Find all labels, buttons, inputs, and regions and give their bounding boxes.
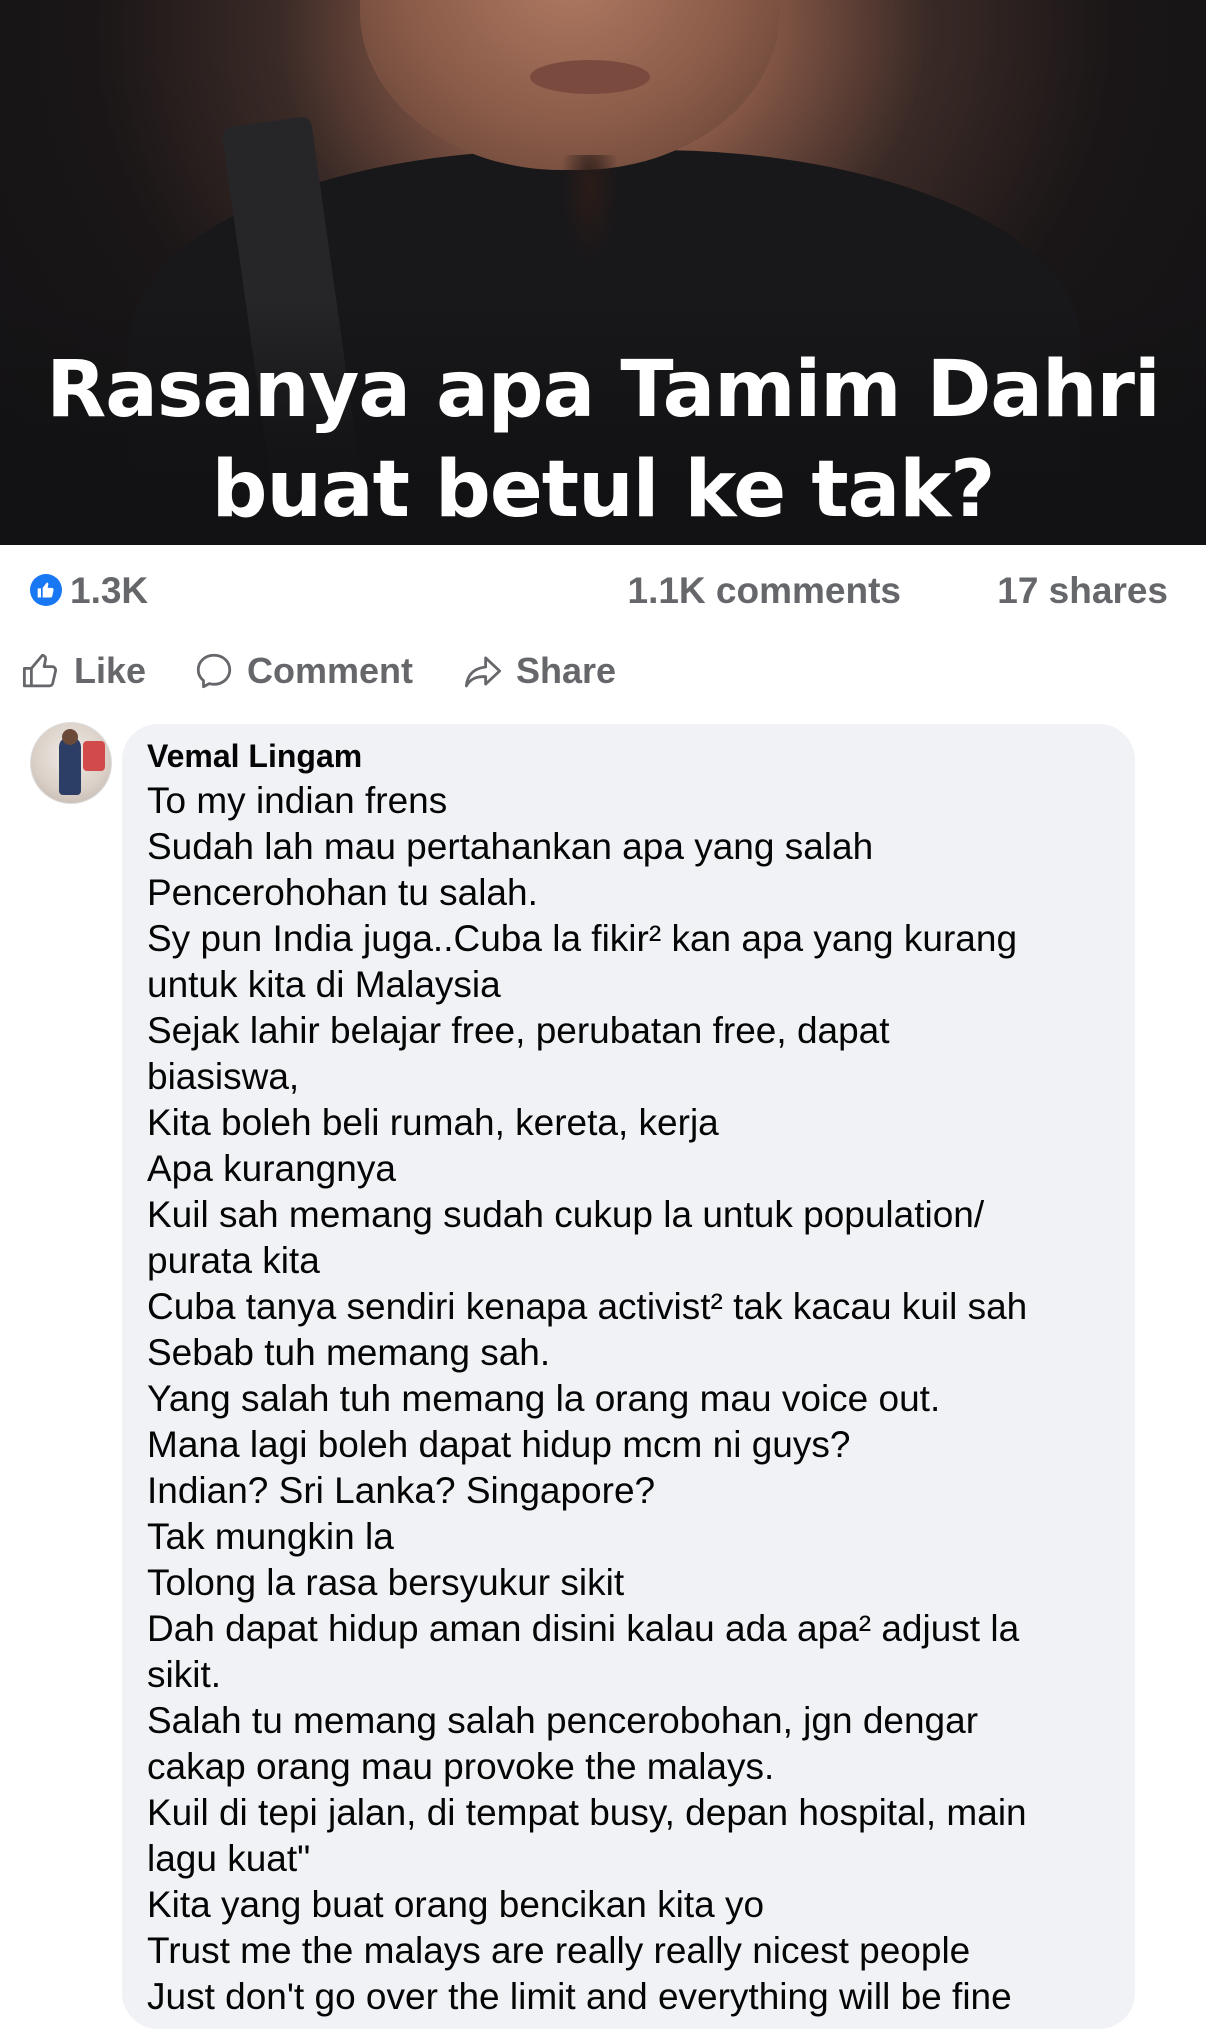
comment-line: sikit.	[147, 1654, 221, 1695]
comment-line: Sebab tuh memang sah.	[147, 1332, 551, 1373]
comment-text: To my indian frens Sudah lah mau pertaha…	[147, 778, 1127, 2020]
image-caption-line1: Rasanya apa Tamim Dahri	[46, 345, 1161, 435]
shares-count[interactable]: 17 shares	[997, 570, 1168, 612]
avatar-sign	[83, 741, 105, 771]
comment-line: Kita yang buat orang bencikan kita yo	[147, 1884, 765, 1925]
image-caption: Rasanya apa Tamim Dahri buat betul ke ta…	[0, 340, 1206, 540]
comment-line: Indian? Sri Lanka? Singapore?	[147, 1470, 656, 1511]
comment-bubble: Vemal Lingam To my indian frens Sudah la…	[122, 724, 1135, 2029]
post-stats: 1.3K 1.1K comments 17 shares	[0, 560, 1206, 620]
comment-line: Sejak lahir belajar free, perubatan free…	[147, 1010, 890, 1051]
comment-author[interactable]: Vemal Lingam	[147, 738, 362, 775]
comment-line: Mana lagi boleh dapat hidup mcm ni guys?	[147, 1424, 851, 1465]
comment-line: To my indian frens	[147, 780, 448, 821]
avatar-person	[59, 737, 81, 795]
comment-line: Dah dapat hidup aman disini kalau ada ap…	[147, 1608, 1020, 1649]
avatar[interactable]	[30, 722, 112, 804]
reaction-count[interactable]: 1.3K	[70, 570, 148, 612]
image-lips	[530, 60, 650, 94]
image-caption-line2: buat betul ke tak?	[211, 445, 996, 535]
comment-line: Pencerohohan tu salah.	[147, 872, 538, 913]
like-outline-icon	[22, 653, 58, 688]
comment-line: Salah tu memang salah pencerobohan, jgn …	[147, 1700, 979, 1741]
comment-line: Cuba tanya sendiri kenapa activist² tak …	[147, 1286, 1028, 1327]
comment-line: lagu kuat"	[147, 1838, 311, 1879]
comment-line: Apa kurangnya	[147, 1148, 396, 1189]
comment-line: Sy pun India juga..Cuba la fikir² kan ap…	[147, 918, 1018, 959]
comment-line: purata kita	[147, 1240, 320, 1281]
share-icon	[464, 656, 502, 688]
thumbs-up-icon[interactable]	[30, 574, 62, 606]
comment-line: Kuil sah memang sudah cukup la untuk pop…	[147, 1194, 985, 1235]
comment-line: untuk kita di Malaysia	[147, 964, 501, 1005]
like-label: Like	[74, 650, 147, 691]
comment-icon	[196, 653, 232, 689]
avatar-head	[62, 729, 78, 745]
like-button[interactable]: Like	[20, 646, 146, 696]
comment-line: Trust me the malays are really really ni…	[147, 1930, 971, 1971]
share-button[interactable]: Share	[462, 646, 616, 696]
comment-line: Just don't go over the limit and everyth…	[147, 1976, 1012, 2017]
comment-line: cakap orang mau provoke the malays.	[147, 1746, 775, 1787]
post-image[interactable]: Rasanya apa Tamim Dahri buat betul ke ta…	[0, 0, 1206, 545]
comment-line: Kuil di tepi jalan, di tempat busy, depa…	[147, 1792, 1027, 1833]
image-beard	[560, 155, 620, 265]
comment-line: biasiswa,	[147, 1056, 300, 1097]
comment-label: Comment	[247, 650, 414, 691]
share-label: Share	[516, 650, 617, 691]
post-actions: Like Comment Share	[0, 640, 1206, 700]
comment-line: Yang salah tuh memang la orang mau voice…	[147, 1378, 941, 1419]
comment-line: Tak mungkin la	[147, 1516, 394, 1557]
comments-count[interactable]: 1.1K comments	[628, 570, 902, 612]
comment-button[interactable]: Comment	[193, 646, 413, 696]
comment-line: Sudah lah mau pertahankan apa yang salah	[147, 826, 874, 867]
comment-line: Kita boleh beli rumah, kereta, kerja	[147, 1102, 719, 1143]
comment-line: Tolong la rasa bersyukur sikit	[147, 1562, 625, 1603]
